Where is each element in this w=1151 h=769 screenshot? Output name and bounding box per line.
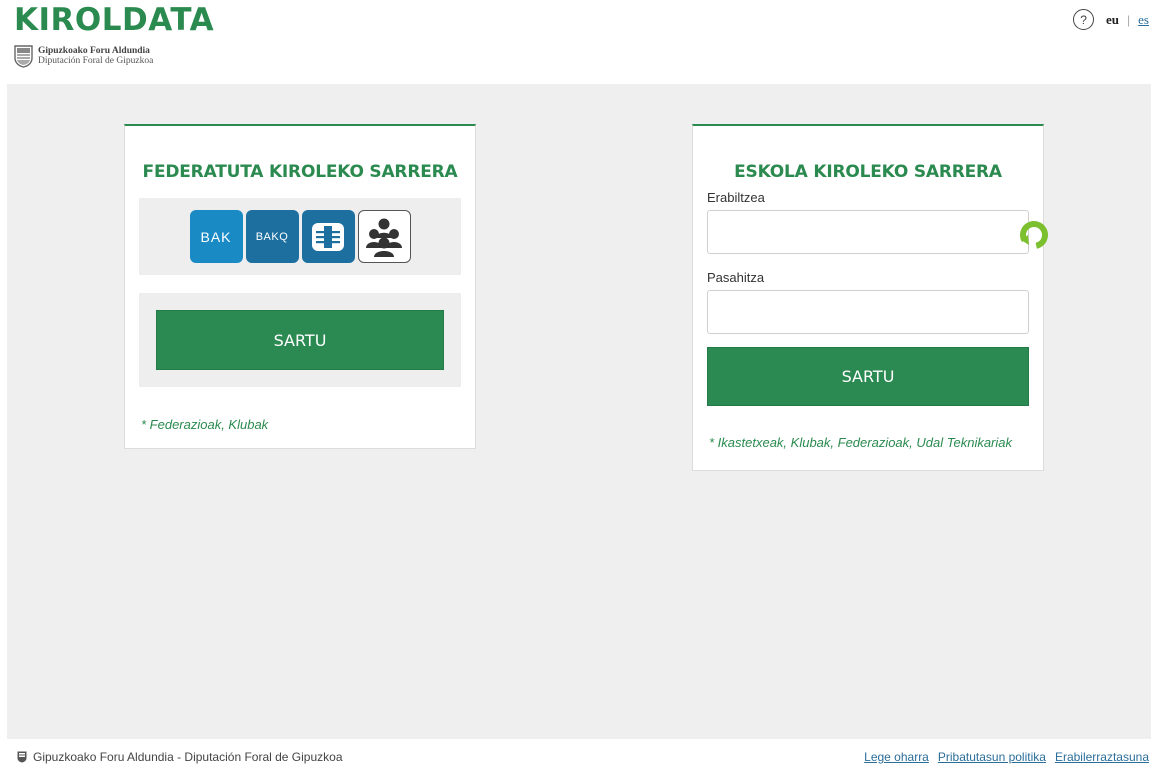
people-group-icon[interactable] bbox=[357, 210, 411, 263]
gov-name: Gipuzkoako Foru Aldundia Diputación Fora… bbox=[38, 46, 153, 66]
app-title[interactable]: KIROLDATA bbox=[14, 2, 214, 38]
page-header: KIROLDATA Gipuzkoako Foru Aldundia Diput… bbox=[0, 0, 1151, 84]
lang-es-link[interactable]: es bbox=[1138, 12, 1149, 28]
password-label: Pasahitza bbox=[707, 270, 765, 285]
bak-icon[interactable]: BAK bbox=[189, 210, 243, 263]
school-title: ESKOLA KIROLEKO SARRERA bbox=[734, 162, 1002, 182]
federated-login-card: FEDERATUTA KIROLEKO SARRERA BAK BAKQ SAR… bbox=[124, 124, 476, 449]
bakq-icon[interactable]: BAKQ bbox=[245, 210, 299, 263]
chip-icon bbox=[312, 222, 344, 251]
header-tools: ? eu | es bbox=[1073, 9, 1149, 30]
school-note: * Ikastetxeak, Klubak, Federazioak, Udal… bbox=[709, 435, 1013, 450]
legal-notice-link[interactable]: Lege oharra bbox=[864, 750, 929, 764]
lang-separator: | bbox=[1127, 12, 1131, 27]
username-input[interactable] bbox=[707, 210, 1029, 254]
federated-note: * Federazioak, Klubak bbox=[141, 417, 269, 432]
school-login-button[interactable]: SARTU bbox=[707, 347, 1029, 406]
federated-title: FEDERATUTA KIROLEKO SARRERA bbox=[142, 162, 458, 182]
username-label: Erabiltzea bbox=[707, 190, 765, 205]
gov-logo: Gipuzkoako Foru Aldundia Diputación Fora… bbox=[14, 44, 153, 68]
gipuzkoa-shield-icon bbox=[14, 45, 33, 68]
school-login-card: ESKOLA KIROLEKO SARRERA Erabiltzea Pasah… bbox=[692, 124, 1044, 471]
federated-button-wrap: SARTU bbox=[139, 293, 461, 387]
footer-org-name: Gipuzkoako Foru Aldundia - Diputación Fo… bbox=[33, 750, 343, 764]
privacy-policy-link[interactable]: Pribatutasun politika bbox=[938, 750, 1046, 764]
help-icon[interactable]: ? bbox=[1073, 9, 1095, 30]
id-card-chip-icon[interactable] bbox=[301, 210, 355, 263]
footer-org: Gipuzkoako Foru Aldundia - Diputación Fo… bbox=[17, 750, 343, 764]
federated-login-button[interactable]: SARTU bbox=[156, 310, 444, 370]
page-footer: Gipuzkoako Foru Aldundia - Diputación Fo… bbox=[0, 739, 1151, 769]
password-input[interactable] bbox=[707, 290, 1029, 334]
gov-name-es: Diputación Foral de Gipuzkoa bbox=[38, 56, 154, 66]
gov-name-eu: Gipuzkoako Foru Aldundia bbox=[38, 46, 150, 56]
footer-links: Lege oharra Pribatutasun politika Erabil… bbox=[864, 750, 1149, 764]
main-content: FEDERATUTA KIROLEKO SARRERA BAK BAKQ SAR… bbox=[7, 84, 1151, 739]
refresh-icon[interactable] bbox=[1017, 218, 1051, 252]
accessibility-link[interactable]: Erabilerraztasuna bbox=[1055, 750, 1149, 764]
people-icon bbox=[366, 218, 402, 257]
id-method-strip: BAK BAKQ bbox=[139, 198, 461, 275]
lang-eu: eu bbox=[1106, 11, 1120, 27]
gipuzkoa-shield-small-icon bbox=[17, 751, 27, 763]
